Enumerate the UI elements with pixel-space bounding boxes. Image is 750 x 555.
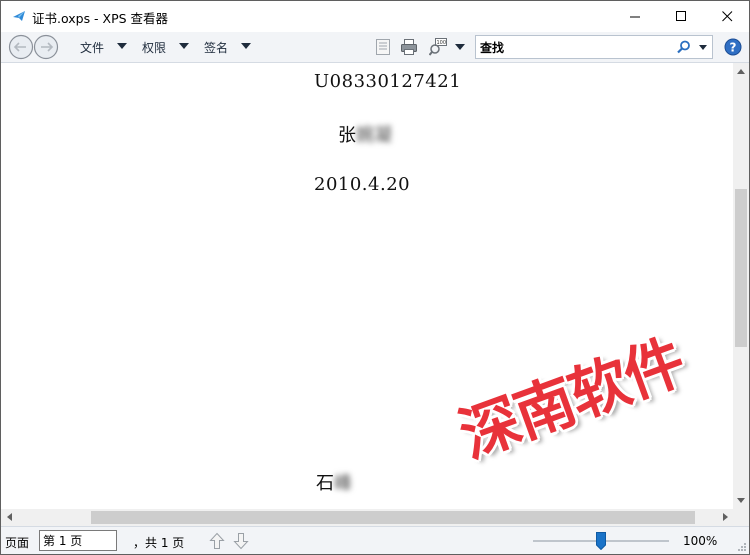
search-options-chevron-down-icon[interactable] [699,45,707,50]
holder-surname: 张 [338,125,356,146]
help-icon[interactable]: ? [724,38,742,56]
horizontal-scroll-thumb[interactable] [91,511,695,524]
toolbar: 文件 权限 签名 100 查找 ? [1,32,749,63]
holder-given-name-blurred: 婉凝 [356,125,392,146]
horizontal-scrollbar[interactable] [1,509,733,526]
next-page-icon[interactable] [233,532,249,550]
page-total: ，共 1 页 [133,536,185,550]
document-page: U08330127421 张婉凝 2010.4.20 石峰 深南软件 [1,63,733,509]
print-icon[interactable] [400,38,418,56]
title-bar: 证书.oxps - XPS 查看器 [1,1,749,32]
zoom-slider-thumb[interactable] [596,532,606,550]
page-label: 页面 [5,536,30,550]
search-icon[interactable] [677,40,691,54]
menu-file[interactable]: 文件 [80,39,104,56]
close-icon [721,10,732,21]
vertical-scrollbar[interactable] [733,63,749,509]
minimize-icon [629,16,640,17]
scroll-up-icon[interactable] [737,69,745,74]
certificate-signer: 石峰 [316,469,352,495]
svg-text:100: 100 [437,40,447,46]
minimize-button[interactable] [612,1,658,31]
scroll-right-icon[interactable] [723,513,728,521]
resize-grip-icon[interactable] [737,542,747,552]
back-forward-icon[interactable] [6,34,62,60]
xps-viewer-window: 证书.oxps - XPS 查看器 文件 权限 签名 100 查找 ? U083… [0,0,750,555]
scrollbar-corner [733,509,749,526]
certificate-holder: 张婉凝 [338,121,392,147]
menu-file-chevron-down-icon[interactable] [117,43,127,49]
watermark-stamp: 深南软件 [450,326,693,472]
menu-signatures-chevron-down-icon[interactable] [241,43,251,49]
scroll-left-icon[interactable] [7,513,12,521]
signer-surname: 石 [316,473,334,494]
zoom-level: 100% [683,534,718,548]
status-bar: 页面 ，共 1 页 100% [1,526,749,554]
search-box[interactable] [475,35,713,59]
zoom-chevron-down-icon[interactable] [455,44,465,50]
menu-permissions-chevron-down-icon[interactable] [179,43,189,49]
maximize-button[interactable] [658,1,704,31]
signer-given-name-blurred: 峰 [334,473,352,494]
xps-app-icon [13,11,25,21]
page-number-input[interactable] [39,530,117,551]
window-title: 证书.oxps - XPS 查看器 [32,11,169,26]
maximize-icon [675,10,686,21]
close-button[interactable] [704,1,750,31]
scroll-down-icon[interactable] [737,498,745,503]
vertical-scroll-thumb[interactable] [735,189,747,347]
search-input[interactable] [480,38,670,56]
svg-text:?: ? [730,41,737,55]
menu-permissions[interactable]: 权限 [142,39,166,56]
menu-signatures[interactable]: 签名 [204,39,228,56]
certificate-date: 2010.4.20 [314,174,411,195]
zoom-icon[interactable]: 100 [429,38,447,56]
previous-page-icon[interactable] [209,532,225,550]
certificate-number: U08330127421 [314,71,462,92]
page-view-icon[interactable] [374,38,392,56]
